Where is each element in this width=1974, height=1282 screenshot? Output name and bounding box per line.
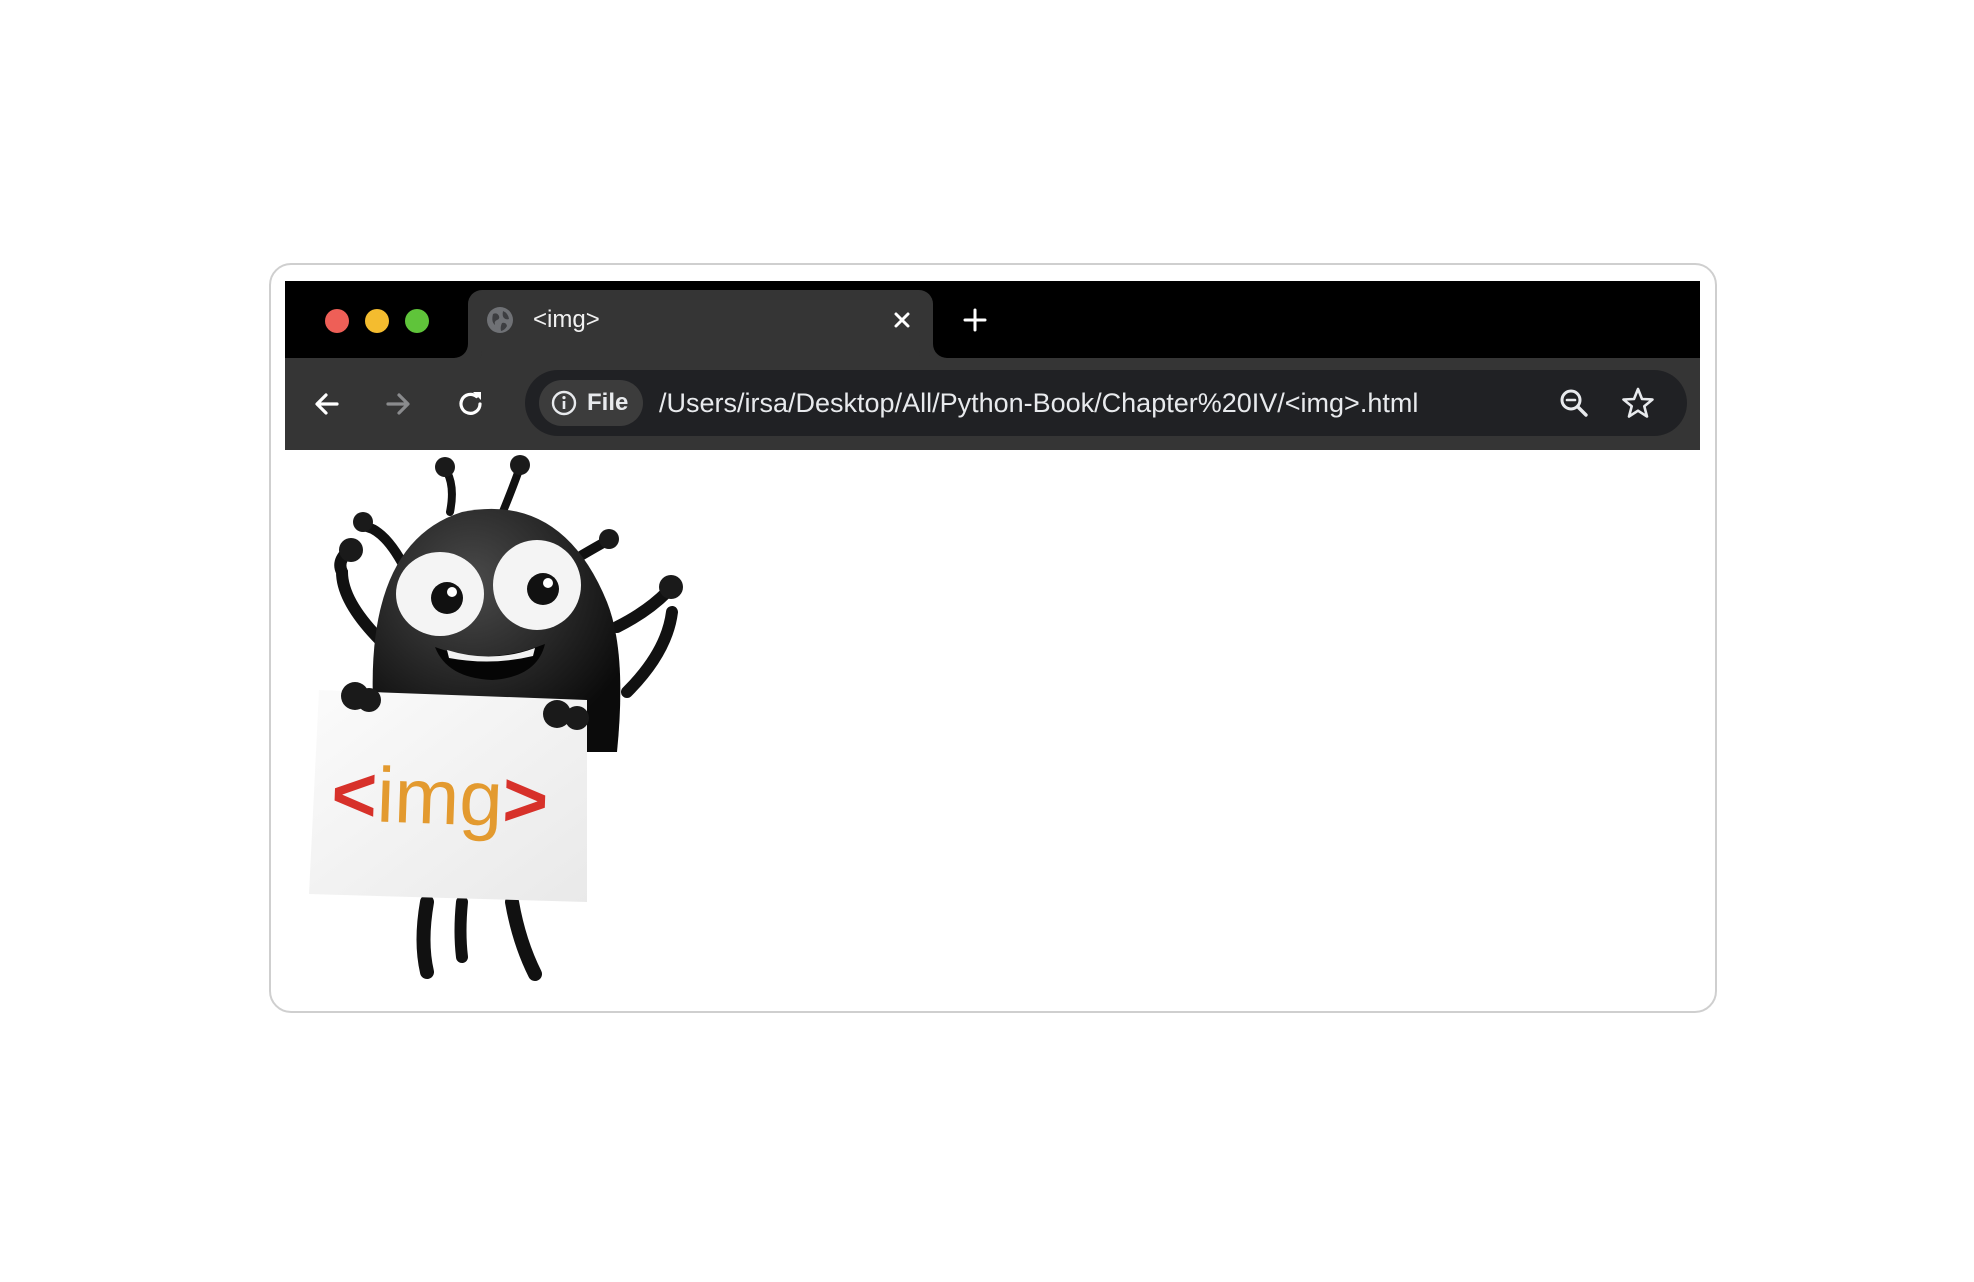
globe-icon [487, 307, 513, 333]
info-icon [551, 390, 577, 416]
scheme-label: File [587, 389, 629, 416]
svg-text:<img>: <img> [330, 749, 550, 845]
sign-bracket-close: > [501, 755, 550, 845]
close-icon[interactable] [888, 306, 916, 334]
toolbar: File /Users/irsa/Desktop/All/Python-Book… [285, 358, 1700, 450]
plus-icon[interactable] [960, 305, 990, 335]
window-close-button[interactable] [325, 309, 349, 333]
reload-icon[interactable] [455, 388, 487, 420]
address-bar[interactable]: File /Users/irsa/Desktop/All/Python-Book… [525, 370, 1687, 436]
arrow-right-icon[interactable] [382, 388, 414, 420]
url-text[interactable]: /Users/irsa/Desktop/All/Python-Book/Chap… [659, 387, 1418, 419]
star-icon[interactable] [1620, 385, 1656, 421]
sign-bracket-open: < [330, 749, 379, 839]
tab-title: <img> [533, 306, 600, 333]
tab-active[interactable]: <img> [468, 290, 933, 358]
site-info-chip[interactable]: File [539, 380, 643, 426]
bug-mascot-image: <img> [309, 455, 683, 981]
zoom-out-icon[interactable] [1558, 387, 1590, 419]
title-bar: <img> [285, 281, 1700, 358]
sign-tag-text: img [376, 751, 505, 843]
window-maximize-button[interactable] [405, 309, 429, 333]
page-content: <img> [285, 450, 1700, 999]
browser-window: <img> File /Users/irsa/Desktop/All/Pytho… [285, 281, 1700, 999]
arrow-left-icon[interactable] [311, 388, 343, 420]
window-minimize-button[interactable] [365, 309, 389, 333]
